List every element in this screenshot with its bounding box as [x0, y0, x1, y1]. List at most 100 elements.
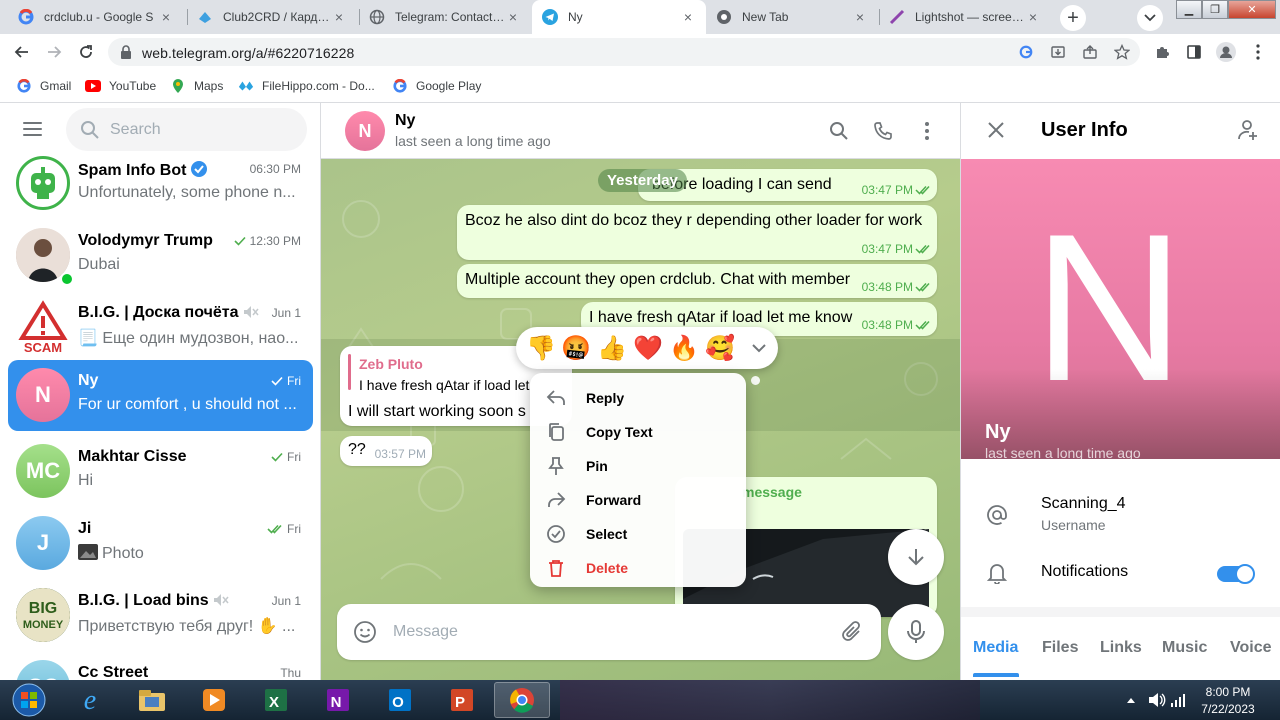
clock-time[interactable]: 8:00 PM: [1188, 685, 1268, 699]
close-icon[interactable]: ×: [331, 9, 347, 25]
reaction-smiling-hearts[interactable]: 🥰: [705, 335, 735, 363]
reaction-thumbs-down[interactable]: 👎: [526, 335, 556, 363]
tab-search-button[interactable]: [1137, 5, 1163, 31]
network-icon[interactable]: [1170, 692, 1186, 708]
taskbar-chrome[interactable]: [494, 682, 550, 718]
lock-icon[interactable]: [120, 45, 132, 64]
more-options-button[interactable]: [915, 119, 939, 143]
tab-music[interactable]: Music: [1162, 639, 1207, 657]
taskbar-internet-explorer[interactable]: e: [62, 682, 118, 718]
tab-voice[interactable]: Voice: [1230, 639, 1272, 657]
menu-item-delete[interactable]: Delete: [530, 551, 746, 585]
taskbar-excel[interactable]: X: [248, 682, 304, 718]
side-panel-button[interactable]: [1184, 42, 1204, 62]
menu-item-copy-text[interactable]: Copy Text: [530, 415, 746, 449]
tab-files[interactable]: Files: [1042, 639, 1078, 657]
bookmark-gmail[interactable]: Gmail: [16, 77, 71, 95]
peer-name[interactable]: Ny: [395, 112, 415, 130]
address-bar[interactable]: web.telegram.org/a/#6220716228: [108, 38, 1140, 66]
scroll-down-button[interactable]: [888, 529, 944, 585]
bookmark-maps[interactable]: Maps: [170, 77, 223, 95]
reaction-thumbs-up[interactable]: 👍: [597, 335, 627, 363]
reaction-angry[interactable]: 🤬: [561, 335, 591, 363]
forward-button[interactable]: [44, 42, 64, 62]
search-button[interactable]: [827, 119, 851, 143]
message-input[interactable]: Message: [337, 604, 881, 660]
menu-item-pin[interactable]: Pin: [530, 449, 746, 483]
taskbar-onenote[interactable]: N: [310, 682, 366, 718]
message-outgoing[interactable]: Bcoz he also dint do bcoz they r dependi…: [457, 205, 937, 260]
profile-avatar[interactable]: N Ny last seen a long time ago: [961, 159, 1280, 459]
start-button[interactable]: [2, 680, 56, 720]
bookmark-star-icon[interactable]: [1114, 44, 1130, 60]
taskbar-powerpoint[interactable]: P: [434, 682, 490, 718]
restore-window-button[interactable]: ❐: [1202, 0, 1228, 19]
browser-menu-button[interactable]: [1248, 42, 1268, 62]
tab-media[interactable]: Media: [973, 639, 1018, 657]
close-icon[interactable]: ×: [680, 9, 696, 25]
taskbar-file-explorer[interactable]: [124, 682, 180, 718]
reload-button[interactable]: [76, 42, 96, 62]
browser-tab-ny[interactable]: Ny ×: [532, 0, 706, 34]
bookmark-youtube[interactable]: YouTube: [85, 77, 156, 95]
emoji-icon[interactable]: [353, 620, 377, 649]
menu-item-forward[interactable]: Forward: [530, 483, 746, 517]
chat-item-spam-info-bot[interactable]: Spam Info Bot 06:30 PM Unfortunately, so…: [8, 148, 313, 219]
close-icon[interactable]: ×: [1025, 9, 1041, 25]
reaction-heart[interactable]: ❤️: [633, 335, 663, 363]
chat-item-ji[interactable]: J Ji Fri Photo: [8, 508, 313, 579]
share-icon[interactable]: [1082, 44, 1098, 60]
chevron-up-icon[interactable]: [1126, 696, 1136, 704]
browser-tab-lightshot[interactable]: Lightshot — screensh ×: [879, 0, 1051, 34]
menu-item-reply[interactable]: Reply: [530, 381, 746, 415]
chat-item-cc-street[interactable]: CC Cc Street Thu: [8, 652, 313, 680]
reaction-fire[interactable]: 🔥: [669, 335, 699, 363]
notifications-toggle[interactable]: [1217, 564, 1255, 584]
username-row[interactable]: Scanning_4 Username: [961, 487, 1280, 543]
chat-item-volodymyr-trump[interactable]: Volodymyr Trump 12:30 PM Dubai: [8, 220, 313, 291]
bookmark-google-play[interactable]: Google Play: [392, 77, 481, 95]
windows-logo-icon: [12, 683, 46, 717]
taskbar-media-player[interactable]: [186, 682, 242, 718]
browser-tab-telegram-contact[interactable]: Telegram: Contact @ ×: [359, 0, 531, 34]
minimize-window-button[interactable]: ▁: [1176, 0, 1202, 19]
add-contact-icon[interactable]: [1235, 118, 1259, 147]
more-reactions-button[interactable]: [750, 339, 768, 362]
chat-item-big-board[interactable]: SCAM B.I.G. | Доска почёта Jun 1 📃 Еще о…: [8, 292, 313, 363]
tab-links[interactable]: Links: [1100, 639, 1142, 657]
new-tab-button[interactable]: +: [1060, 5, 1086, 31]
browser-tab-club2crd[interactable]: Club2CRD / Кардинг ×: [187, 0, 357, 34]
browser-tab-new-tab[interactable]: New Tab ×: [706, 0, 878, 34]
main-menu-button[interactable]: [20, 119, 46, 139]
browser-tab-google[interactable]: crdclub.u - Google S ×: [8, 0, 184, 34]
taskbar-outlook[interactable]: O: [372, 682, 428, 718]
close-icon[interactable]: ×: [505, 9, 521, 25]
chat-item-makhtar-cisse[interactable]: MC Makhtar Cisse Fri Hi: [8, 436, 313, 507]
attach-icon[interactable]: [841, 620, 863, 649]
search-input[interactable]: Search: [66, 108, 307, 151]
notifications-row[interactable]: Notifications: [961, 545, 1280, 601]
chat-item-ny[interactable]: N Ny Fri For ur comfort , u should not .…: [8, 360, 313, 431]
chat-header[interactable]: N Ny last seen a long time ago: [321, 103, 960, 159]
call-button[interactable]: [871, 119, 895, 143]
chat-item-big-load-bins[interactable]: BIG MONEY B.I.G. | Load bins Jun 1 Привет…: [8, 580, 313, 651]
google-lens-icon[interactable]: [1018, 44, 1034, 60]
message-incoming[interactable]: ?? 03:57 PM: [340, 436, 432, 466]
extensions-button[interactable]: [1152, 42, 1172, 62]
clock-date[interactable]: 7/22/2023: [1188, 702, 1268, 716]
voice-record-button[interactable]: [888, 604, 944, 660]
close-icon[interactable]: [985, 119, 1007, 146]
google-icon: [392, 78, 408, 94]
close-icon[interactable]: ×: [852, 9, 868, 25]
avatar[interactable]: N: [345, 111, 385, 151]
volume-icon[interactable]: [1148, 692, 1166, 708]
profile-button[interactable]: [1216, 42, 1236, 62]
install-app-icon[interactable]: [1050, 44, 1066, 60]
back-button[interactable]: [12, 42, 32, 62]
message-outgoing[interactable]: Multiple account they open crdclub. Chat…: [457, 264, 937, 298]
avatar: SCAM: [16, 300, 70, 354]
close-icon[interactable]: ×: [158, 9, 174, 25]
menu-item-select[interactable]: Select: [530, 517, 746, 551]
bookmark-filehippo[interactable]: FileHippo.com - Do...: [238, 77, 375, 95]
close-window-button[interactable]: ✕: [1228, 0, 1276, 19]
